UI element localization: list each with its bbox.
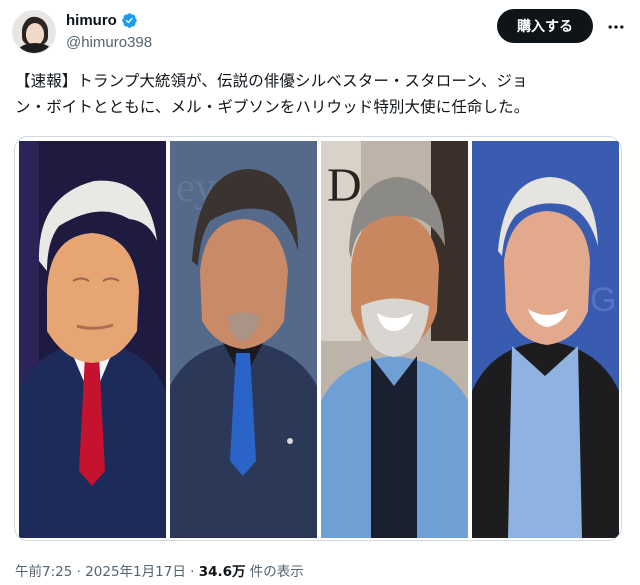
views-count[interactable]: 34.6万 [199,560,246,580]
meta-separator: · [72,564,86,580]
avatar[interactable] [12,10,56,54]
tweet-text: 【速報】トランプ大統領が、伝説の俳優シルベスター・スタローン、ジョ ン・ボイトと… [15,68,627,120]
avatar-face [26,23,44,45]
meta-separator: · [185,564,199,580]
tweet-date[interactable]: 2025年1月17日 [85,560,186,580]
user-handle[interactable]: @himuro398 [66,34,152,51]
tweet-text-line-2: ン・ボイトとともに、メル・ギブソンをハリウッド特別大使に任命した。 [15,98,530,116]
portrait-3-illustration: D [321,141,468,538]
avatar-shoulders [17,43,53,53]
portrait-1-illustration [19,141,166,538]
photo-4[interactable]: G [472,141,619,538]
more-horizontal-icon [608,25,624,29]
portrait-4-illustration: G [472,141,619,538]
tweet-text-line-1: 【速報】トランプ大統領が、伝説の俳優シルベスター・スタローン、ジョ [15,72,528,90]
svg-text:G: G [590,281,616,319]
portrait-2-illustration: ey [170,141,317,538]
views-label: 件の表示 [245,564,304,580]
tweet-meta: 午前7:25 · 2025年1月17日 · 34.6万 件の表示 [15,560,304,580]
svg-text:D: D [327,159,362,212]
photo-3[interactable]: D [321,141,468,538]
photo-1[interactable] [19,141,166,538]
display-name[interactable]: himuro [66,12,117,29]
media-grid[interactable]: ey D G [14,136,622,541]
tweet-time[interactable]: 午前7:25 [15,560,72,580]
verified-badge-icon [122,13,137,28]
tweet-header: himuro @himuro398 購入する [0,0,640,64]
photo-2[interactable]: ey [170,141,317,538]
more-options-button[interactable] [604,15,628,39]
buy-button[interactable]: 購入する [497,9,593,43]
name-row: himuro [66,12,138,29]
